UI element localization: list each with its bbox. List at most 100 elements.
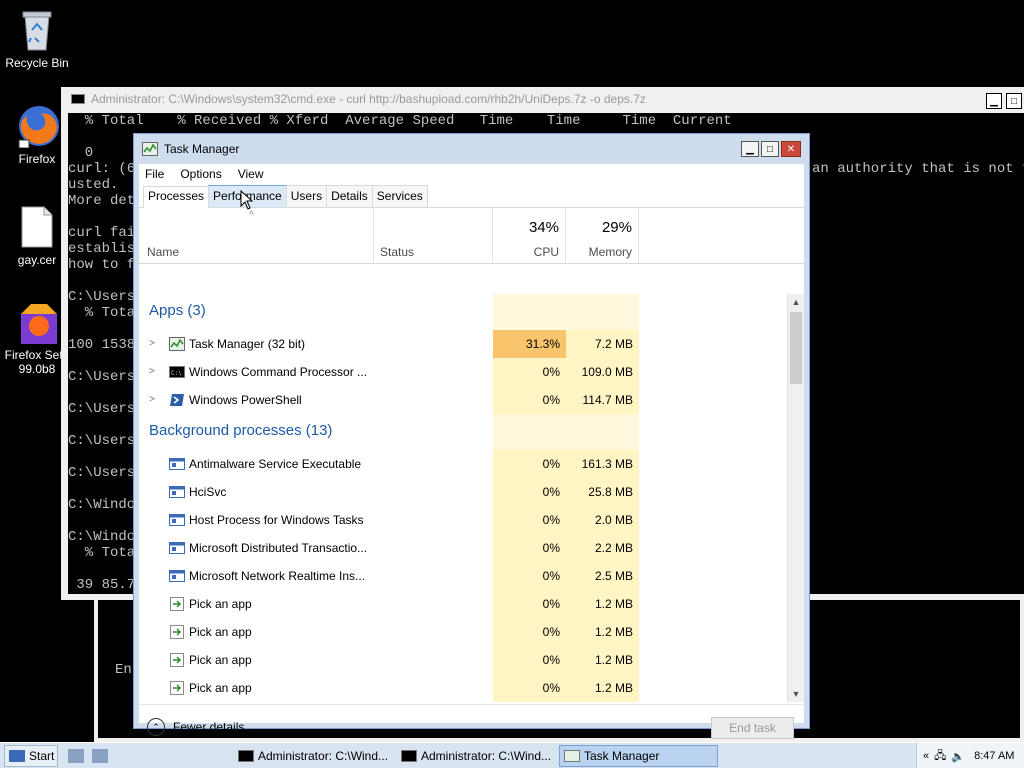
- memory-value: 114.7 MB: [566, 386, 639, 414]
- menu-options[interactable]: Options: [180, 167, 221, 181]
- console-line: curl: (6: [68, 161, 136, 177]
- scroll-up-icon[interactable]: ▲: [788, 294, 804, 310]
- tab-strip: Processes Performance Users Details Serv…: [139, 184, 804, 208]
- console-line: establis: [68, 241, 136, 257]
- scroll-down-icon[interactable]: ▼: [788, 686, 804, 702]
- cpu-value: 0%: [493, 590, 566, 618]
- desktop-icon-label-line2: 99.0b8: [18, 362, 56, 376]
- console-line: 39 85.7: [68, 577, 136, 593]
- table-row[interactable]: Microsoft Network Realtime Ins... 0% 2.5 M…: [139, 562, 787, 590]
- group-background[interactable]: Background processes (13): [139, 414, 787, 450]
- volume-icon[interactable]: 🔈: [951, 750, 965, 763]
- vertical-scrollbar[interactable]: ▲ ▼: [787, 294, 804, 702]
- close-button[interactable]: ✕: [781, 141, 801, 157]
- task-manager-titlebar[interactable]: Task Manager: [142, 142, 239, 156]
- taskbar-button-label: Task Manager: [584, 749, 660, 763]
- column-cpu[interactable]: 34% CPU: [493, 208, 566, 264]
- minimize-button[interactable]: ▁: [741, 141, 759, 157]
- expand-icon[interactable]: >: [149, 358, 155, 386]
- expand-icon[interactable]: >: [149, 386, 155, 414]
- memory-value: 1.2 MB: [566, 590, 639, 618]
- maximize-button[interactable]: □: [1006, 93, 1022, 109]
- menu-file[interactable]: File: [145, 167, 164, 181]
- column-cpu-label: CPU: [533, 245, 559, 259]
- show-desktop-icon[interactable]: [68, 748, 84, 763]
- fewer-details-label: Fewer details: [173, 720, 245, 734]
- taskbar-button-console-2[interactable]: Administrator: C:\Wind...: [397, 745, 555, 767]
- taskbar-button-task-manager[interactable]: Task Manager: [559, 745, 718, 767]
- scrollbar-thumb[interactable]: [790, 312, 802, 384]
- tray-expand-icon[interactable]: «: [923, 750, 929, 762]
- task-manager-window[interactable]: Task Manager ▁ □ ✕ File Options View Pro…: [133, 133, 810, 739]
- column-memory[interactable]: 29% Memory: [566, 208, 639, 264]
- process-name: Pick an app: [189, 653, 252, 667]
- console-titlebar[interactable]: Administrator: C:\Windows\system32\cmd.e…: [61, 87, 1024, 111]
- desktop-icon-recycle-bin[interactable]: Recycle Bin: [0, 8, 77, 70]
- table-row[interactable]: Pick an app 0% 1.2 MB: [139, 618, 787, 646]
- table-row[interactable]: HciSvc 0% 25.8 MB: [139, 478, 787, 506]
- cpu-value: 0%: [493, 562, 566, 590]
- service-icon: [169, 457, 185, 471]
- powershell-icon: [169, 393, 185, 407]
- memory-value: 1.2 MB: [566, 618, 639, 646]
- maximize-button[interactable]: □: [761, 141, 779, 157]
- cpu-value: 31.3%: [493, 330, 566, 358]
- footer: ⌃ Fewer details End task: [139, 704, 804, 739]
- pick-app-icon: [169, 597, 185, 611]
- minimize-button[interactable]: ▁: [986, 93, 1002, 109]
- memory-value: 161.3 MB: [566, 450, 639, 478]
- start-button[interactable]: Start: [4, 744, 58, 767]
- column-header: ^ Name Status 34% CPU 29% Memory: [139, 208, 804, 264]
- console-icon: [238, 750, 254, 762]
- table-row[interactable]: Antimalware Service Executable 0% 161.3 MB: [139, 450, 787, 478]
- pick-app-icon: [169, 625, 185, 639]
- process-name: Pick an app: [189, 681, 252, 695]
- group-apps[interactable]: Apps (3): [139, 294, 787, 330]
- desktop-icon-label-line1: Firefox Setu: [4, 348, 70, 362]
- menu-view[interactable]: View: [238, 167, 264, 181]
- cpu-value: 0%: [493, 646, 566, 674]
- taskbar-button-console-1[interactable]: Administrator: C:\Wind...: [234, 745, 392, 767]
- process-name: Windows Command Processor ...: [189, 365, 368, 379]
- cpu-cell: [493, 294, 566, 330]
- cpu-value: 0%: [493, 674, 566, 702]
- tab-processes[interactable]: Processes: [143, 186, 210, 208]
- table-row[interactable]: > Task Manager (32 bit) 31.3% 7.2 MB: [139, 330, 787, 358]
- table-row[interactable]: > Windows PowerShell 0% 114.7 MB: [139, 386, 787, 414]
- console-line: 100 1538: [68, 337, 136, 353]
- fewer-details-button[interactable]: ⌃ Fewer details: [147, 718, 244, 736]
- table-row[interactable]: Host Process for Windows Tasks 0% 2.0 MB: [139, 506, 787, 534]
- column-name-label: Name: [147, 245, 180, 259]
- firefox-icon: [17, 104, 59, 149]
- console-line: % Tota: [68, 545, 136, 561]
- network-icon[interactable]: 🖧: [934, 747, 946, 766]
- console-icon: [401, 750, 417, 762]
- end-task-button[interactable]: End task: [711, 717, 794, 739]
- console-line: C:\Windo: [68, 497, 136, 513]
- tab-details[interactable]: Details: [326, 185, 373, 207]
- desktop-icon-label: Recycle Bin: [5, 56, 69, 70]
- process-name: Host Process for Windows Tasks: [189, 513, 364, 527]
- service-icon: [169, 541, 185, 555]
- table-row[interactable]: Microsoft Distributed Transactio... 0% 2.2…: [139, 534, 787, 562]
- console-line: 0: [68, 145, 94, 161]
- cpu-value: 0%: [493, 534, 566, 562]
- column-memory-label: Memory: [588, 245, 632, 259]
- column-name[interactable]: Name: [139, 208, 374, 264]
- windows-logo-icon: [9, 749, 25, 762]
- console-line: % Tota: [68, 305, 136, 321]
- clock[interactable]: 8:47 AM: [974, 750, 1014, 762]
- process-name: Pick an app: [189, 625, 252, 639]
- tab-users[interactable]: Users: [285, 185, 328, 207]
- expand-icon[interactable]: >: [149, 330, 155, 358]
- tab-services[interactable]: Services: [371, 185, 428, 207]
- table-row[interactable]: Pick an app 0% 1.2 MB: [139, 590, 787, 618]
- process-name: Pick an app: [189, 597, 252, 611]
- table-row[interactable]: Pick an app 0% 1.2 MB: [139, 674, 787, 702]
- pick-app-icon: [169, 653, 185, 667]
- switch-windows-icon[interactable]: [92, 748, 108, 763]
- table-row[interactable]: Pick an app 0% 1.2 MB: [139, 646, 787, 674]
- column-status[interactable]: Status: [374, 208, 493, 264]
- service-icon: [169, 485, 185, 499]
- table-row[interactable]: > C:\ Windows Command Processor ... 0% 109.0…: [139, 358, 787, 386]
